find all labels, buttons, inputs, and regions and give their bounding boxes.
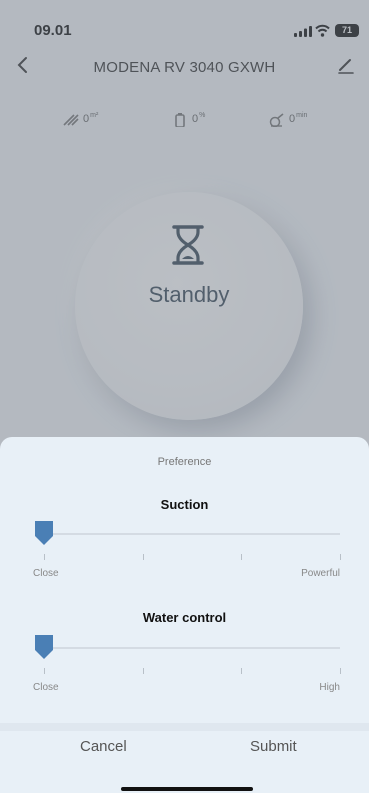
- water-control-title: Water control: [142, 610, 227, 625]
- slider-track[interactable]: [44, 647, 340, 649]
- slider-tick: [142, 554, 144, 560]
- submit-button[interactable]: Submit: [250, 738, 297, 755]
- divider: [0, 723, 369, 731]
- suction-max-label: Powerful: [301, 568, 340, 579]
- sheet-title: Preference: [157, 456, 212, 468]
- suction-title: Suction: [160, 497, 209, 512]
- slider-thumb[interactable]: [34, 634, 54, 660]
- slider-thumb[interactable]: [34, 520, 54, 546]
- slider-tick: [44, 554, 45, 560]
- slider-tick: [44, 668, 45, 674]
- app-screen: 09.01 71 MODENA RV 3040 GXWH 0 m² 0 % 0 …: [0, 0, 369, 793]
- cancel-button[interactable]: Cancel: [80, 738, 127, 755]
- preference-sheet: Preference Suction Close Powerful Water …: [0, 437, 369, 793]
- slider-tick: [142, 668, 144, 674]
- slider-tick: [340, 668, 341, 674]
- slider-tick: [241, 668, 243, 674]
- suction-min-label: Close: [33, 568, 59, 579]
- water-min-label: Close: [33, 682, 59, 693]
- water-max-label: High: [319, 682, 340, 693]
- slider-tick: [340, 554, 341, 560]
- slider-track[interactable]: [44, 533, 340, 535]
- home-indicator: [121, 787, 253, 791]
- slider-tick: [241, 554, 243, 560]
